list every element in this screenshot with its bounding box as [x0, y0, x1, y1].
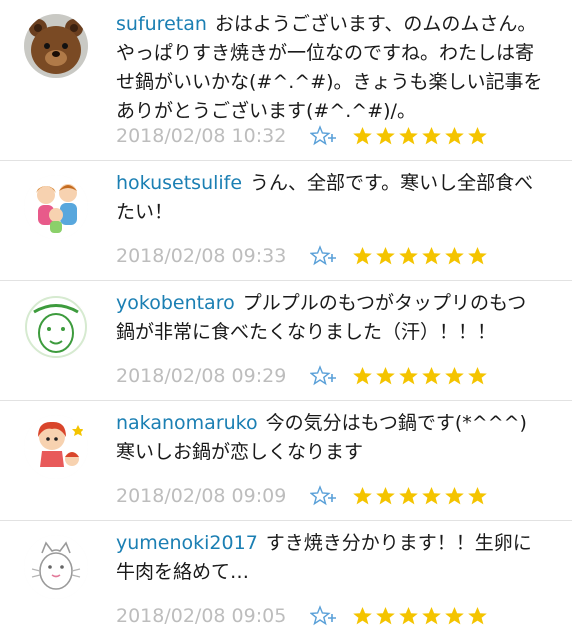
star-icon — [399, 247, 418, 265]
star-icon — [468, 127, 487, 145]
cat-sketch-avatar[interactable] — [24, 535, 88, 599]
comment-username[interactable]: yokobentaro — [116, 292, 235, 314]
comment-item: hokusetsulife うん、全部です。寒いし全部食べたい！ 2018/02/… — [0, 160, 572, 280]
star-icon — [422, 367, 441, 385]
comment-body: sufuretan おはようございます、のムのムさん。やっぱりすき焼きが一位なので… — [116, 10, 544, 126]
teddy-bear-avatar[interactable] — [24, 14, 88, 78]
comment-username[interactable]: yumenoki2017 — [116, 532, 258, 554]
comment-meta: 2018/02/08 09:29 — [116, 362, 544, 390]
add-star-icon[interactable] — [310, 484, 338, 508]
star-icon — [422, 247, 441, 265]
star-rating — [352, 606, 490, 626]
comment-timestamp: 2018/02/08 09:09 — [116, 485, 287, 507]
star-icon — [353, 487, 372, 505]
star-icon — [468, 367, 487, 385]
comment-username[interactable]: sufuretan — [116, 13, 207, 35]
comment-body: yokobentaro プルプルのもつがタップリのもつ鍋が非常に食べたくなりました… — [116, 289, 544, 347]
star-rating — [352, 126, 490, 146]
star-icon — [399, 487, 418, 505]
star-icon — [353, 367, 372, 385]
comment-meta: 2018/02/08 09:09 — [116, 482, 544, 510]
star-icon — [445, 607, 464, 625]
add-star-icon[interactable] — [310, 604, 338, 628]
comment-item: yokobentaro プルプルのもつがタップリのもつ鍋が非常に食べたくなりました… — [0, 280, 572, 400]
star-icon — [399, 127, 418, 145]
comment-timestamp: 2018/02/08 09:33 — [116, 245, 287, 267]
star-icon — [468, 247, 487, 265]
star-icon — [422, 487, 441, 505]
star-icon — [353, 607, 372, 625]
star-icon — [445, 367, 464, 385]
star-icon — [376, 367, 395, 385]
comment-timestamp: 2018/02/08 09:05 — [116, 605, 287, 627]
star-icon — [376, 127, 395, 145]
star-icon — [422, 127, 441, 145]
family-avatar[interactable] — [24, 175, 88, 239]
star-icon — [422, 607, 441, 625]
star-icon — [445, 487, 464, 505]
star-rating — [352, 486, 490, 506]
star-icon — [445, 127, 464, 145]
star-icon — [376, 607, 395, 625]
star-icon — [353, 127, 372, 145]
star-rating — [352, 246, 490, 266]
comment-timestamp: 2018/02/08 10:32 — [116, 125, 287, 147]
comment-body: nakanomaruko 今の気分はもつ鍋です(*^^^)寒いしお鍋が恋しくなりま… — [116, 409, 544, 467]
comment-meta: 2018/02/08 09:05 — [116, 602, 544, 630]
girl-character-avatar[interactable] — [24, 415, 88, 479]
star-icon — [445, 247, 464, 265]
face-sketch-avatar[interactable] — [24, 295, 88, 359]
add-star-icon[interactable] — [310, 364, 338, 388]
comment-item: nakanomaruko 今の気分はもつ鍋です(*^^^)寒いしお鍋が恋しくなりま… — [0, 400, 572, 520]
comment-meta: 2018/02/08 09:33 — [116, 242, 544, 270]
comment-list: sufuretan おはようございます、のムのムさん。やっぱりすき焼きが一位なので… — [0, 0, 572, 640]
comment-body: yumenoki2017 すき焼き分かります！！生卵に牛肉を絡めて… — [116, 529, 544, 587]
comment-body: hokusetsulife うん、全部です。寒いし全部食べたい！ — [116, 169, 544, 227]
star-icon — [353, 247, 372, 265]
star-icon — [468, 607, 487, 625]
star-icon — [399, 607, 418, 625]
comment-meta: 2018/02/08 10:32 — [116, 122, 544, 150]
comment-timestamp: 2018/02/08 09:29 — [116, 365, 287, 387]
star-icon — [399, 367, 418, 385]
comment-username[interactable]: hokusetsulife — [116, 172, 242, 194]
star-icon — [376, 487, 395, 505]
comment-item: sufuretan おはようございます、のムのムさん。やっぱりすき焼きが一位なので… — [0, 0, 572, 160]
star-icon — [376, 247, 395, 265]
star-rating — [352, 366, 490, 386]
star-icon — [468, 487, 487, 505]
add-star-icon[interactable] — [310, 244, 338, 268]
comment-username[interactable]: nakanomaruko — [116, 412, 258, 434]
comment-item: yumenoki2017 すき焼き分かります！！生卵に牛肉を絡めて… 2018/0… — [0, 520, 572, 640]
add-star-icon[interactable] — [310, 124, 338, 148]
